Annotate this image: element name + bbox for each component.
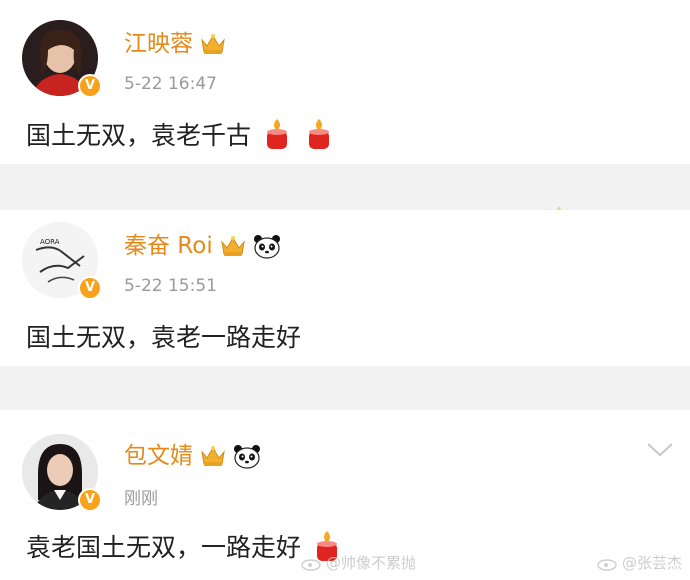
weibo-logo-icon <box>597 558 617 571</box>
comment-text: 国土无双，袁老一路走好 <box>26 323 302 352</box>
crown-icon <box>201 34 225 54</box>
watermark: @张芸杰 <box>596 552 682 573</box>
username[interactable]: 包文婧 <box>124 442 261 470</box>
candle-icon <box>267 119 288 149</box>
chevron-down-icon[interactable] <box>646 442 674 458</box>
username-text: 包文婧 <box>124 443 193 469</box>
panda-icon <box>234 445 260 469</box>
crown-icon <box>220 236 245 256</box>
post-time: 刚刚 <box>124 489 158 509</box>
comment-content: 国土无双，袁老千古 <box>26 116 335 152</box>
svg-text:AORA: AORA <box>40 238 60 246</box>
verified-badge: V <box>78 488 102 512</box>
watermark-text: @张芸杰 <box>622 554 683 572</box>
verified-badge: V <box>78 276 102 300</box>
crown-icon <box>201 446 225 466</box>
comment-content: 袁老国土无双，一路走好 <box>26 528 343 564</box>
comment-item: V 江映蓉 5-22 16:47 国土无双，袁老千古 <box>0 0 690 164</box>
separator <box>0 164 690 210</box>
separator <box>0 366 690 410</box>
username-text: 江映蓉 <box>124 31 193 57</box>
watermark-text: @帅像不累抛 <box>326 554 417 572</box>
post-time: 5-22 16:47 <box>124 74 217 94</box>
username-text: 秦奋 Roi <box>124 233 213 259</box>
panda-icon <box>253 235 280 259</box>
comment-text: 国土无双，袁老千古 <box>26 121 252 150</box>
username[interactable]: 江映蓉 <box>124 30 227 58</box>
comment-text: 袁老国土无双，一路走好 <box>26 533 302 562</box>
comment-item: AORA V 秦奋 Roi 5-22 15:51 国土无双，袁老一路走好 <box>0 210 690 366</box>
verified-badge: V <box>78 74 102 98</box>
comment-content: 国土无双，袁老一路走好 <box>26 318 301 354</box>
weibo-logo-icon <box>301 558 321 571</box>
watermark: @帅像不累抛 <box>300 552 416 573</box>
post-time: 5-22 15:51 <box>124 276 217 296</box>
candle-icon <box>309 119 330 149</box>
username[interactable]: 秦奋 Roi <box>124 232 281 260</box>
